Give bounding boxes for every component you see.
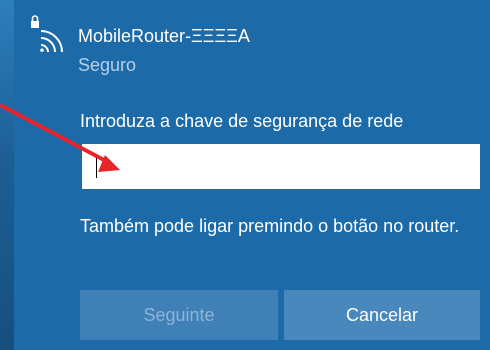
next-button[interactable]: Seguinte (80, 290, 278, 340)
router-button-hint: Também pode ligar premindo o botão no ro… (80, 216, 460, 236)
network-name: MobileRouter-ΞΞΞΞA (78, 26, 250, 46)
background-strip (0, 0, 14, 350)
network-status: Seguro (78, 55, 137, 75)
text-caret (96, 156, 97, 178)
wifi-connect-panel: MobileRouter-ΞΞΞΞA Seguro Introduza a ch… (14, 0, 490, 350)
cancel-button[interactable]: Cancelar (284, 290, 480, 340)
security-key-label: Introduza a chave de segurança de rede (80, 111, 404, 131)
secured-wifi-icon (31, 15, 63, 53)
security-key-input[interactable] (82, 144, 480, 189)
